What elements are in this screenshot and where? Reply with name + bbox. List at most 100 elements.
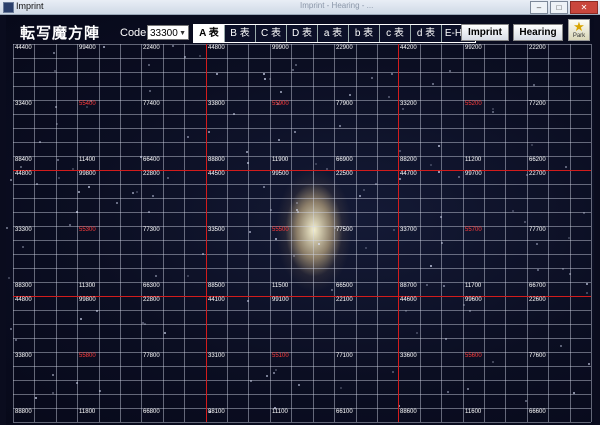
grid-cell[interactable]: 99600	[465, 297, 482, 304]
grid-line-h	[13, 366, 591, 367]
grid-cell[interactable]: 88400	[15, 157, 32, 164]
tab-4[interactable]: a 表	[318, 25, 349, 42]
grid-cell[interactable]: 44800	[15, 297, 32, 304]
minimize-button[interactable]: –	[530, 1, 548, 14]
grid-cell[interactable]: 22700	[529, 171, 546, 178]
grid-cell[interactable]: 77300	[143, 227, 160, 234]
grid-cell[interactable]: 77600	[529, 353, 546, 360]
grid-cell[interactable]: 88300	[15, 283, 32, 290]
grid-cell[interactable]: 88800	[208, 157, 225, 164]
park-button[interactable]: ★ Park	[568, 19, 590, 41]
grid-cell[interactable]: 11700	[465, 283, 481, 290]
grid-cell[interactable]: 22400	[143, 45, 160, 52]
grid-cell[interactable]: 99800	[79, 297, 96, 304]
close-button[interactable]: ✕	[570, 1, 598, 14]
code-select[interactable]: 33300 ▼	[147, 25, 189, 40]
tab-0[interactable]: A 表	[194, 25, 225, 42]
grid-cell[interactable]: 66700	[529, 283, 546, 290]
grid-cell[interactable]: 44100	[208, 297, 225, 304]
grid-cell[interactable]: 22900	[336, 45, 353, 52]
grid-cell[interactable]: 77700	[529, 227, 546, 234]
tab-3[interactable]: D 表	[287, 25, 318, 42]
grid-cell[interactable]: 22600	[529, 297, 546, 304]
grid-cell[interactable]: 55400	[79, 101, 96, 108]
grid-cell[interactable]: 88500	[208, 283, 225, 290]
grid-cell[interactable]: 22100	[336, 297, 353, 304]
grid-cell[interactable]: 11100	[272, 409, 288, 416]
grid-cell[interactable]: 88700	[400, 283, 417, 290]
grid-cell[interactable]: 99900	[272, 45, 289, 52]
grid-cell[interactable]: 99400	[79, 45, 96, 52]
grid-cell[interactable]: 99800	[79, 171, 96, 178]
grid-cell[interactable]: 11400	[79, 157, 95, 164]
grid-cell[interactable]: 66500	[336, 283, 353, 290]
grid-cell[interactable]: 66100	[336, 409, 353, 416]
imprint-button[interactable]: Imprint	[461, 24, 509, 41]
grid-cell[interactable]: 44800	[15, 171, 32, 178]
grid-cell[interactable]: 33600	[400, 353, 417, 360]
grid-cell[interactable]: 55100	[272, 353, 289, 360]
grid-cell[interactable]: 44400	[15, 45, 32, 52]
grid-cell[interactable]: 66900	[336, 157, 353, 164]
tab-5[interactable]: b 表	[349, 25, 380, 42]
hearing-button[interactable]: Hearing	[513, 24, 563, 41]
grid-cell[interactable]: 55900	[272, 101, 289, 108]
tab-2[interactable]: C 表	[256, 25, 287, 42]
grid-cell[interactable]: 11600	[465, 409, 481, 416]
grid-cell[interactable]: 11900	[272, 157, 288, 164]
grid-cell[interactable]: 99100	[272, 297, 289, 304]
grid-cell[interactable]: 66300	[143, 283, 160, 290]
grid-cell[interactable]: 33500	[208, 227, 225, 234]
grid-cell[interactable]: 99700	[465, 171, 482, 178]
grid-cell[interactable]: 11200	[465, 157, 481, 164]
grid-cell[interactable]: 77900	[336, 101, 353, 108]
grid-cell[interactable]: 88800	[15, 409, 32, 416]
grid-cell[interactable]: 33800	[208, 101, 225, 108]
grid-cell[interactable]: 55500	[272, 227, 289, 234]
grid-cell[interactable]: 22800	[143, 171, 160, 178]
grid-cell[interactable]: 11300	[79, 283, 95, 290]
grid-cell[interactable]: 44700	[400, 171, 417, 178]
grid-cell[interactable]: 22800	[143, 297, 160, 304]
tab-7[interactable]: d 表	[411, 25, 442, 42]
grid-cell[interactable]: 44200	[400, 45, 417, 52]
grid-cell[interactable]: 99500	[272, 171, 289, 178]
grid-cell[interactable]: 11800	[79, 409, 95, 416]
maximize-button[interactable]: □	[550, 1, 568, 14]
grid-cell[interactable]: 44600	[400, 297, 417, 304]
grid-cell[interactable]: 44500	[208, 171, 225, 178]
grid-cell[interactable]: 88600	[400, 409, 417, 416]
grid-cell[interactable]: 22200	[529, 45, 546, 52]
grid-cell[interactable]: 33400	[15, 101, 32, 108]
grid-cell[interactable]: 33800	[15, 353, 32, 360]
title-bar[interactable]: Imprint Imprint - Hearing - ... – □ ✕	[0, 0, 600, 15]
major-line-v	[398, 44, 399, 422]
tab-1[interactable]: B 表	[225, 25, 256, 42]
grid-cell[interactable]: 77200	[529, 101, 546, 108]
tab-6[interactable]: c 表	[380, 25, 411, 42]
grid-cell[interactable]: 55600	[465, 353, 482, 360]
grid-cell[interactable]: 77800	[143, 353, 160, 360]
grid-cell[interactable]: 77100	[336, 353, 353, 360]
grid-cell[interactable]: 33200	[400, 101, 417, 108]
grid-cell[interactable]: 33700	[400, 227, 417, 234]
grid-cell[interactable]: 55300	[79, 227, 96, 234]
grid-cell[interactable]: 88100	[208, 409, 225, 416]
grid-cell[interactable]: 55800	[79, 353, 96, 360]
grid-cell[interactable]: 66600	[529, 409, 546, 416]
grid-cell[interactable]: 88200	[400, 157, 417, 164]
grid-cell[interactable]: 22500	[336, 171, 353, 178]
grid-cell[interactable]: 33100	[208, 353, 225, 360]
grid-cell[interactable]: 77500	[336, 227, 353, 234]
grid-cell[interactable]: 99200	[465, 45, 482, 52]
grid-cell[interactable]: 55700	[465, 227, 482, 234]
grid-cell[interactable]: 33300	[15, 227, 32, 234]
grid-cell[interactable]: 44800	[208, 45, 225, 52]
grid-cell[interactable]: 77400	[143, 101, 160, 108]
grid-cell[interactable]: 11500	[272, 283, 288, 290]
grid-cell[interactable]: 55200	[465, 101, 482, 108]
grid-cell[interactable]: 66200	[529, 157, 546, 164]
grid-cell[interactable]: 66800	[143, 409, 160, 416]
grid-cell[interactable]: 66400	[143, 157, 160, 164]
grid-line-v	[570, 44, 571, 422]
